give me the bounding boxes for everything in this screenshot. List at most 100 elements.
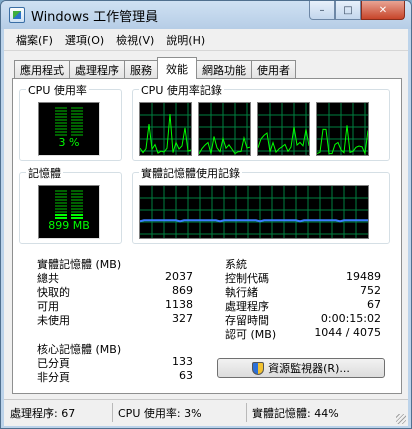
performance-panel: CPU 使用率 3 % CPU 使用率記錄 記憶體 899 MB 實體記憶體使用… xyxy=(12,78,402,394)
memory-value: 899 MB xyxy=(48,219,90,232)
stat-value: 63 xyxy=(179,369,193,382)
tab-networking[interactable]: 網路功能 xyxy=(196,60,252,79)
stat-row: 非分頁 63 xyxy=(37,369,193,384)
status-separator xyxy=(112,403,113,422)
close-button[interactable]: ✕ xyxy=(361,1,405,20)
stat-row: 總共 2037 xyxy=(37,270,193,285)
tab-performance[interactable]: 效能 xyxy=(157,57,197,79)
window-title: Windows 工作管理員 xyxy=(31,10,159,25)
stat-row: 已分頁 133 xyxy=(37,355,193,370)
status-separator xyxy=(246,403,247,422)
cpu-history-group: CPU 使用率記錄 xyxy=(132,82,390,161)
resource-monitor-label: 資源監視器(R)... xyxy=(268,362,350,375)
stat-value: 0:00:15:02 xyxy=(320,312,381,325)
cpu-core-3-svg xyxy=(317,103,368,155)
gauge-segment xyxy=(55,113,67,115)
stat-value: 869 xyxy=(172,284,193,297)
gauge-segment xyxy=(55,128,67,130)
memory-history-label: 實體記憶體使用記錄 xyxy=(139,165,242,181)
stat-value: 19489 xyxy=(346,270,381,283)
gauge-segment xyxy=(71,131,83,133)
memory-history-svg xyxy=(140,186,368,238)
stat-value: 327 xyxy=(172,312,193,325)
tab-users[interactable]: 使用者 xyxy=(251,60,296,79)
status-processes: 處理程序: 67 xyxy=(10,407,76,420)
gauge-segment xyxy=(55,190,67,192)
tab-strip: 應用程式 處理程序 服務 效能 網路功能 使用者 xyxy=(14,57,296,79)
cpu-core-0-svg xyxy=(140,103,191,155)
stat-row: 未使用 327 xyxy=(37,312,193,327)
gauge-segment xyxy=(71,107,83,109)
memory-history-group: 實體記憶體使用記錄 xyxy=(132,165,390,244)
gauge-segment xyxy=(71,196,83,198)
resource-monitor-button[interactable]: 資源監視器(R)... xyxy=(217,358,385,378)
gauge-segment xyxy=(55,202,67,204)
gauge-segment xyxy=(55,119,67,121)
stat-key: 認可 (MB) xyxy=(225,328,277,341)
stat-value: 1044 / 4075 xyxy=(314,326,381,339)
stat-row: 快取的 869 xyxy=(37,284,193,299)
gauge-segment xyxy=(71,214,83,216)
maximize-button[interactable]: □ xyxy=(335,1,361,20)
memory-trace xyxy=(140,219,368,223)
kernel-memory-group: 核心記憶體 (MB) 已分頁 133 非分頁 63 xyxy=(19,341,197,389)
cpu-core-1-svg xyxy=(199,103,250,155)
gauge-segment xyxy=(55,131,67,133)
title-bar[interactable]: Windows 工作管理員 – □ ✕ xyxy=(1,1,411,29)
menu-file[interactable]: 檔案(F) xyxy=(10,32,59,48)
gauge-segment xyxy=(71,128,83,130)
memory-gauge: 899 MB xyxy=(38,185,100,239)
gauge-segment xyxy=(55,208,67,210)
task-manager-icon xyxy=(9,7,25,23)
gauge-segment xyxy=(55,107,67,109)
gauge-segment xyxy=(71,193,83,195)
gauge-segment xyxy=(55,214,67,216)
cpu-usage-group: CPU 使用率 3 % xyxy=(19,82,122,161)
gauge-segment xyxy=(71,190,83,192)
cpu-usage-label: CPU 使用率 xyxy=(26,82,89,98)
gauge-segment xyxy=(71,116,83,118)
stat-row: 可用 1138 xyxy=(37,298,193,313)
gauge-segment xyxy=(71,202,83,204)
stat-value: 1138 xyxy=(165,298,193,311)
stat-key: 未使用 xyxy=(37,314,70,327)
client-area: 應用程式 處理程序 服務 效能 網路功能 使用者 CPU 使用率 3 % CPU… xyxy=(4,51,408,399)
cpu-core-2-svg xyxy=(258,103,309,155)
gauge-segment xyxy=(71,122,83,124)
gauge-segment xyxy=(71,113,83,115)
status-memory: 實體記憶體: 44% xyxy=(252,407,339,420)
stat-row: 處理程序 67 xyxy=(225,298,381,313)
memory-group: 記憶體 899 MB xyxy=(19,165,122,244)
stat-row: 認可 (MB) 1044 / 4075 xyxy=(225,326,381,341)
status-cpu: CPU 使用率: 3% xyxy=(118,407,202,420)
cpu-core-3-graph xyxy=(316,102,369,156)
cpu-core-1-graph xyxy=(198,102,251,156)
gauge-segment xyxy=(55,122,67,124)
stat-value: 133 xyxy=(172,355,193,368)
minimize-button[interactable]: – xyxy=(309,1,335,20)
tab-processes[interactable]: 處理程序 xyxy=(69,60,125,79)
stat-value: 67 xyxy=(367,298,381,311)
gauge-segment xyxy=(71,125,83,127)
menu-help[interactable]: 說明(H) xyxy=(160,32,211,48)
gauge-segment xyxy=(55,205,67,207)
gauge-segment xyxy=(71,208,83,210)
stat-row: 存留時間 0:00:15:02 xyxy=(225,312,381,327)
resize-grip[interactable] xyxy=(396,414,406,424)
menu-view[interactable]: 檢視(V) xyxy=(110,32,160,48)
tab-applications[interactable]: 應用程式 xyxy=(14,60,70,79)
stat-value: 2037 xyxy=(165,270,193,283)
task-manager-window: Windows 工作管理員 – □ ✕ 檔案(F) 選項(O) 檢視(V) 說明… xyxy=(0,0,412,429)
uac-shield-icon xyxy=(252,361,265,375)
tab-services[interactable]: 服務 xyxy=(124,60,158,79)
cpu-usage-gauge: 3 % xyxy=(38,102,100,156)
gauge-segment xyxy=(71,205,83,207)
gauge-segment xyxy=(55,116,67,118)
stat-row: 執行緒 752 xyxy=(225,284,381,299)
memory-history-graph xyxy=(139,185,369,239)
gauge-segment xyxy=(71,199,83,201)
gauge-segment xyxy=(55,125,67,127)
gauge-segment xyxy=(55,196,67,198)
menu-options[interactable]: 選項(O) xyxy=(59,32,110,48)
memory-label: 記憶體 xyxy=(26,165,63,181)
